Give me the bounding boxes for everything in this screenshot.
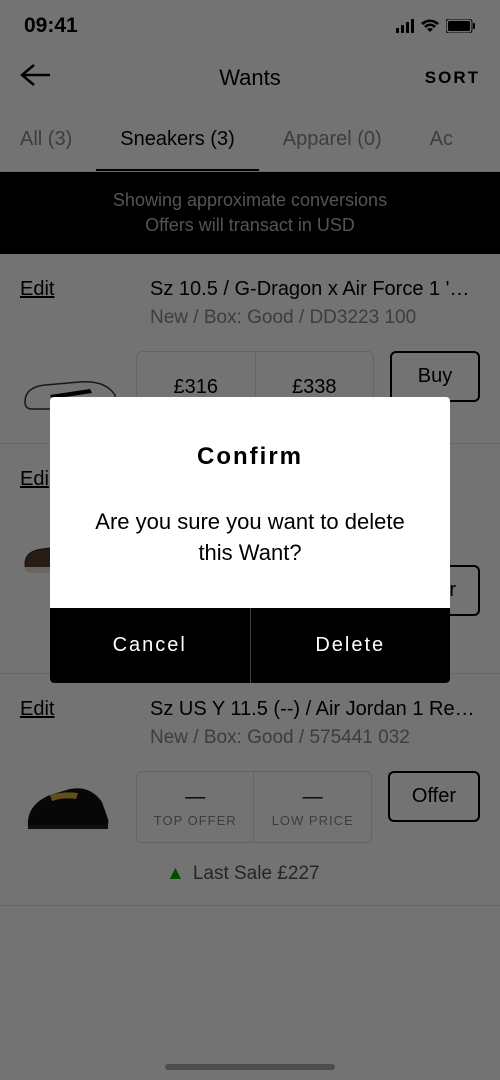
modal-overlay[interactable]: Confirm Are you sure you want to delete … — [0, 0, 500, 1080]
cancel-button[interactable]: Cancel — [50, 608, 251, 683]
modal-text: Are you sure you want to delete this Wan… — [80, 507, 420, 569]
modal-title: Confirm — [80, 443, 420, 471]
confirm-modal: Confirm Are you sure you want to delete … — [50, 397, 450, 684]
delete-button[interactable]: Delete — [251, 608, 451, 683]
